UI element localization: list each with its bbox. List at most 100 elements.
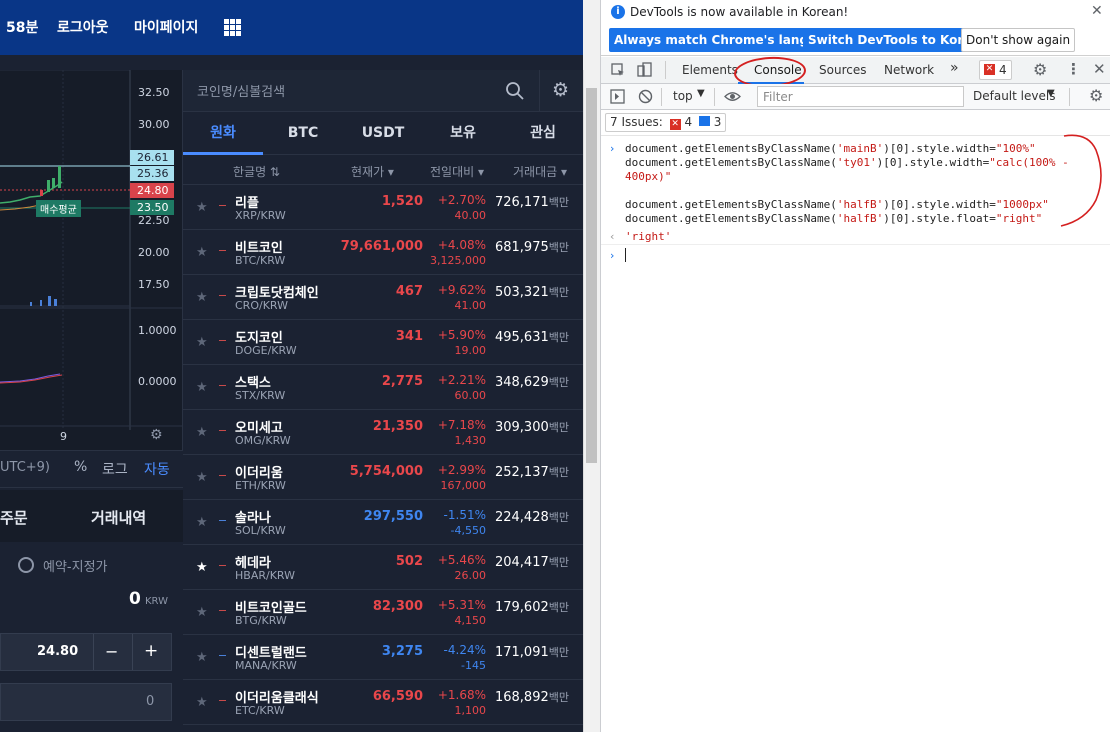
error-count: 4 <box>999 63 1007 77</box>
tab-sources[interactable]: Sources <box>819 63 866 77</box>
kebab-menu-icon[interactable]: ⋮ <box>1066 60 1081 78</box>
trade-volume: 224,428백만 <box>494 510 569 525</box>
sort-by-name[interactable]: 한글명 ⇅ <box>233 163 280 180</box>
price-increase-button[interactable]: + <box>144 641 158 661</box>
price-chart[interactable]: 32.50 30.00 26.61 25.36 24.80 23.50 22.5… <box>0 70 183 450</box>
quantity-input[interactable]: 0 <box>0 683 172 721</box>
session-time: 58분 <box>6 20 39 36</box>
trade-volume: 168,892백만 <box>494 690 569 705</box>
issues-info-count: 3 <box>713 115 722 129</box>
favorite-star-icon[interactable]: ★ <box>196 695 208 710</box>
search-icon[interactable] <box>505 81 525 101</box>
issues-button[interactable]: 7 Issues: ✕ 4 3 <box>605 113 727 132</box>
table-row[interactable]: ★ 비트코인골드 BTG/KRW 82,300 +5.31% 4,150 179,602백만 <box>183 590 583 635</box>
order-panel: 예약-지정가 0 KRW 24.80 − + 0 <box>0 542 183 732</box>
table-row[interactable]: ★ 스택스 STX/KRW 2,775 +2.21% 60.00 348,629백만 <box>183 365 583 410</box>
price-decrease-button[interactable]: − <box>105 642 118 661</box>
mypage-link[interactable]: 마이페이지 <box>134 17 198 37</box>
table-row[interactable]: ★ 크립토닷컴체인 CRO/KRW 467 +9.62% 41.00 503,321백만 <box>183 275 583 320</box>
price-label-cyan: 25.36 <box>130 166 174 181</box>
console-output[interactable]: › document.getElementsByClassName('mainB… <box>601 134 1110 732</box>
settings-icon[interactable]: ⚙ <box>1033 60 1047 79</box>
clear-console-icon[interactable] <box>638 89 653 104</box>
grid-icon[interactable] <box>224 19 241 36</box>
chevron-down-icon[interactable]: ▼ <box>697 88 705 99</box>
sort-by-price[interactable]: 현재가 ▾ <box>351 163 394 180</box>
tab-krw[interactable]: 원화 <box>183 112 263 155</box>
top-navigation-bar: 58분 로그아웃 마이페이지 <box>0 0 583 55</box>
sort-by-volume[interactable]: 거래대금 ▾ <box>513 163 567 180</box>
market-settings-button[interactable]: ⚙ <box>539 70 583 112</box>
favorite-star-icon[interactable]: ★ <box>196 515 208 530</box>
close-devtools-icon[interactable]: ✕ <box>1093 60 1106 78</box>
console-line: 400px)" <box>625 170 672 183</box>
more-tabs-button[interactable]: » <box>950 60 959 76</box>
dont-show-button[interactable]: Don't show again <box>961 28 1076 52</box>
table-row[interactable]: ★ 디센트럴랜드 MANA/KRW 3,275 -4.24% -145 171,091백만 <box>183 635 583 680</box>
filter-input[interactable]: Filter <box>757 86 964 107</box>
favorite-star-icon[interactable]: ★ <box>196 380 208 395</box>
tab-favorites[interactable]: 관심 <box>503 112 583 155</box>
favorite-star-icon[interactable]: ★ <box>196 335 208 350</box>
tab-holdings[interactable]: 보유 <box>423 112 503 155</box>
coin-price: 79,661,000 <box>340 239 423 254</box>
console-cursor[interactable] <box>625 248 626 262</box>
table-row[interactable]: ★ 도지코인 DOGE/KRW 341 +5.90% 19.00 495,631백만 <box>183 320 583 365</box>
table-row[interactable]: ★ 이더리움클래식 ETC/KRW 66,590 +1.68% 1,100 168,892백… <box>183 680 583 725</box>
auto-toggle[interactable]: 자동 <box>144 459 170 479</box>
order-tabs: 주문 거래내역 <box>0 490 183 542</box>
log-levels-dropdown[interactable]: Default levels <box>973 89 1055 103</box>
log-toggle[interactable]: 로그 <box>102 459 128 479</box>
device-toggle-icon[interactable] <box>637 62 653 78</box>
favorite-star-icon[interactable]: ★ <box>196 470 208 485</box>
eye-icon[interactable] <box>724 90 741 103</box>
reserve-radio[interactable] <box>18 557 34 573</box>
price-input[interactable]: 24.80 − + <box>0 633 172 671</box>
change-percent: +4.08% <box>437 238 486 252</box>
context-selector[interactable]: top <box>673 89 693 103</box>
tab-history[interactable]: 거래내역 <box>91 507 146 528</box>
change-percent: +9.62% <box>437 283 486 297</box>
tab-order[interactable]: 주문 <box>0 507 28 528</box>
change-amount: 26.00 <box>454 569 487 582</box>
coin-symbol: BTG/KRW <box>235 614 287 627</box>
sidebar-toggle-icon[interactable] <box>610 89 625 104</box>
favorite-star-icon[interactable]: ★ <box>196 290 208 305</box>
coin-search-bar[interactable]: 코인명/심볼검색 ⚙ <box>183 70 583 112</box>
exchange-page: 58분 로그아웃 마이페이지 32.50 30.00 26.61 25.36 2… <box>0 0 583 732</box>
favorite-star-icon[interactable]: ★ <box>196 425 208 440</box>
close-icon[interactable]: ✕ <box>1091 3 1103 19</box>
tab-network[interactable]: Network <box>884 63 934 77</box>
percent-toggle[interactable]: % <box>74 459 87 475</box>
console-line: document.getElementsByClassName('mainB')… <box>625 142 1036 155</box>
search-input[interactable]: 코인명/심볼검색 <box>197 81 285 100</box>
favorite-star-icon[interactable]: ★ <box>196 200 208 215</box>
table-row[interactable]: ★ 솔라나 SOL/KRW 297,550 -1.51% -4,550 224,428백만 <box>183 500 583 545</box>
chevron-down-icon[interactable]: ▼ <box>1047 88 1055 99</box>
page-scrollbar-thumb[interactable] <box>586 88 597 463</box>
table-row[interactable]: ★ 리플 XRP/KRW 1,520 +2.70% 40.00 726,171백만 <box>183 185 583 230</box>
candle-mini-icon <box>219 295 226 296</box>
change-amount: 3,125,000 <box>430 254 486 267</box>
favorite-star-icon[interactable]: ★ <box>196 605 208 620</box>
table-row[interactable]: ★ 오미세고 OMG/KRW 21,350 +7.18% 1,430 309,300백만 <box>183 410 583 455</box>
error-count-badge[interactable]: ✕ 4 <box>979 60 1012 80</box>
favorite-star-icon[interactable]: ★ <box>196 650 208 665</box>
table-row[interactable]: ★ 비트코인 BTC/KRW 79,661,000 +4.08% 3,125,000 681… <box>183 230 583 275</box>
tab-elements[interactable]: Elements <box>682 63 738 77</box>
favorite-star-icon[interactable]: ★ <box>196 560 208 575</box>
sort-by-change[interactable]: 전일대비 ▾ <box>430 163 484 180</box>
console-settings-icon[interactable]: ⚙ <box>1089 86 1103 105</box>
favorite-star-icon[interactable]: ★ <box>196 245 208 260</box>
coin-symbol: HBAR/KRW <box>235 569 295 582</box>
chart-settings-icon[interactable]: ⚙ <box>150 427 163 443</box>
tab-usdt[interactable]: USDT <box>343 112 423 155</box>
inspect-icon[interactable] <box>611 63 626 78</box>
logout-link[interactable]: 로그아웃 <box>57 17 109 37</box>
table-row[interactable]: ★ 이더리움 ETH/KRW 5,754,000 +2.99% 167,000 252,13… <box>183 455 583 500</box>
console-line: document.getElementsByClassName('halfB')… <box>625 212 1043 225</box>
candle-mini-icon <box>219 430 226 431</box>
table-row[interactable]: ★ 헤데라 HBAR/KRW 502 +5.46% 26.00 204,417백만 <box>183 545 583 590</box>
console-result: 'right' <box>625 230 672 243</box>
tab-btc[interactable]: BTC <box>263 112 343 155</box>
